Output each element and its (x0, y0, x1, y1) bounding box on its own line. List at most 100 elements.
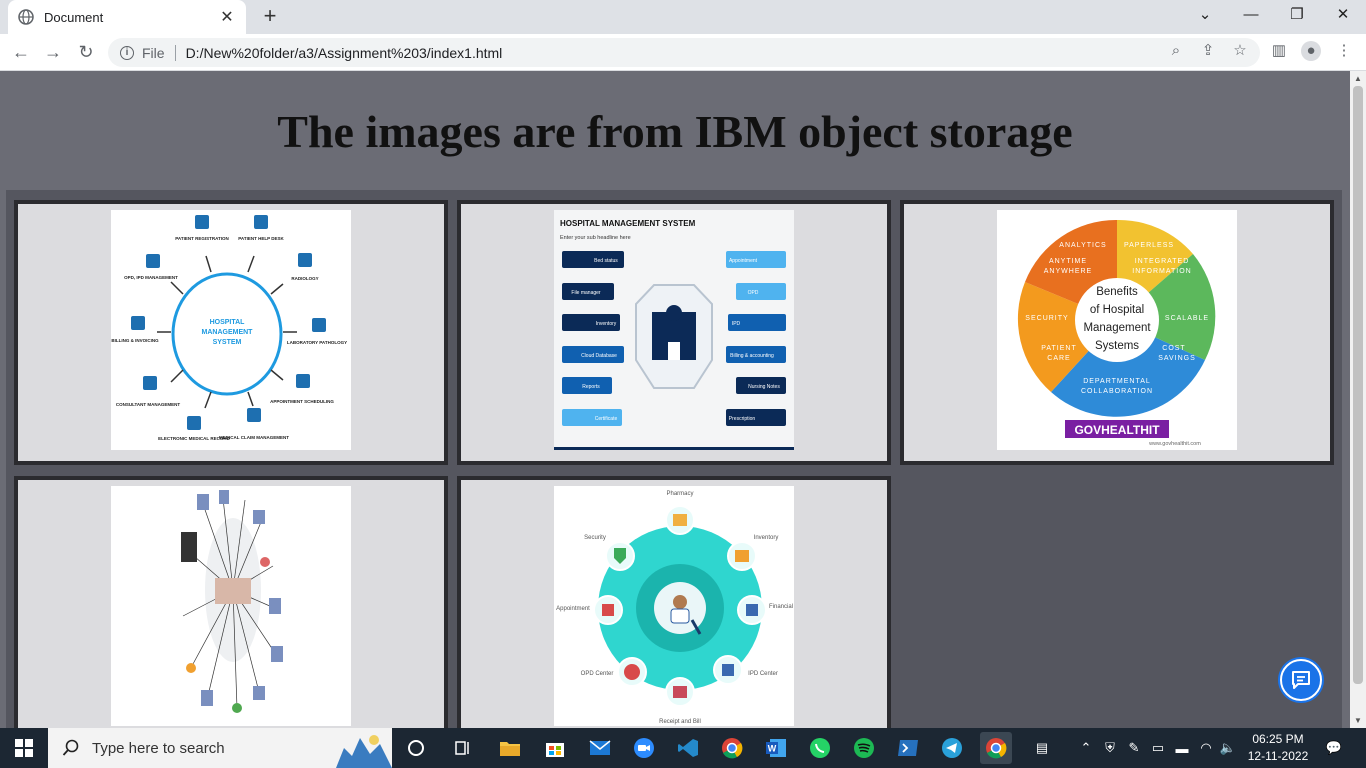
img3-seg-5: INTEGRATED (1135, 258, 1190, 265)
spotify-icon[interactable] (848, 732, 880, 764)
cortana-icon[interactable] (400, 732, 432, 764)
restore-button[interactable]: ❐ (1274, 0, 1320, 30)
battery-icon[interactable]: ▬ (1172, 728, 1192, 768)
img3-center-2: of Hospital (1090, 304, 1144, 316)
start-button[interactable] (0, 728, 48, 768)
img1-label-5: APPOINTMENT SCHEDULING (270, 399, 334, 404)
microsoft-store-icon[interactable] (539, 732, 571, 764)
img1-center-line1: HOSPITAL (210, 319, 246, 326)
clock-date: 12-11-2022 (1247, 749, 1309, 763)
menu-kebab-icon[interactable]: ⋮ (1334, 41, 1354, 61)
img3-center-1: Benefits (1096, 286, 1138, 298)
profile-avatar-icon[interactable]: ● (1301, 41, 1321, 61)
taskbar-search-box[interactable]: Type here to search (48, 728, 392, 768)
task-view-icon[interactable] (447, 732, 479, 764)
img1-label-3: RADIOLOGY (291, 276, 318, 281)
img3-seg-14: COLLABORATION (1081, 388, 1153, 395)
img3-seg-2: PAPERLESS (1124, 242, 1174, 249)
volume-icon[interactable]: 🔈 (1218, 728, 1238, 768)
tab-strip: Document ✕ + ⌄ — ❐ ✕ (0, 0, 1366, 34)
minimize-button[interactable]: — (1228, 0, 1274, 30)
powershell-icon[interactable] (892, 732, 924, 764)
scheme-label: File (142, 44, 165, 61)
mail-icon[interactable] (584, 732, 616, 764)
vertical-scrollbar[interactable]: ▲ ▼ (1350, 71, 1366, 728)
img3-seg-12: SAVINGS (1158, 355, 1196, 362)
img3-center-3: Management (1083, 322, 1151, 334)
security-shield-icon[interactable]: ⛨ (1100, 728, 1120, 768)
address-bar[interactable]: i File D:/New%20folder/a3/Assignment%203… (108, 38, 1260, 67)
img5-label-5: Receipt and Bill (659, 719, 701, 725)
url-text[interactable]: D:/New%20folder/a3/Assignment%203/index1… (186, 45, 503, 61)
img1-label-7: ELECTRONIC MEDICAL RECORD (158, 436, 230, 441)
hospital-management-system-image[interactable]: HOSPITAL MANAGEMENT SYSTEM PATIENT REGIS… (111, 210, 351, 450)
address-divider (174, 44, 176, 61)
display-icon[interactable]: ▭ (1148, 728, 1168, 768)
img3-seg-9: PATIENT (1041, 345, 1077, 352)
show-hidden-icons-chevron-icon[interactable]: ⌃ (1076, 728, 1096, 768)
tab-document[interactable]: Document ✕ (8, 0, 246, 34)
new-tab-button[interactable]: + (258, 5, 282, 29)
zoom-app-icon[interactable] (628, 732, 660, 764)
vscode-icon[interactable] (672, 732, 704, 764)
img2-left-6: Certificate (595, 416, 618, 422)
zoom-search-icon[interactable]: ⌕ (1166, 41, 1186, 61)
img3-center-4: Systems (1095, 340, 1139, 352)
browser-toolbar: ← → ↻ i File D:/New%20folder/a3/Assignme… (0, 34, 1366, 71)
notifications-icon[interactable]: 💬 (1320, 728, 1348, 768)
chat-assistant-button[interactable] (1280, 659, 1322, 701)
img5-label-2: Inventory (754, 535, 779, 541)
pen-tool-icon[interactable]: ✎ (1124, 728, 1144, 768)
img5-label-4: IPD Center (748, 671, 778, 677)
forward-button[interactable]: → (41, 40, 65, 64)
img2-subtitle: Enter your sub headline here (560, 235, 631, 241)
tab-close-icon[interactable]: ✕ (218, 7, 236, 27)
bookmark-star-icon[interactable]: ☆ (1230, 41, 1250, 61)
image-card-5: Pharmacy Inventory Financial IPD Center … (457, 476, 891, 728)
file-explorer-icon[interactable] (494, 732, 526, 764)
hospital-network-collage-image[interactable] (111, 486, 351, 726)
search-highlight-art-icon (336, 735, 392, 768)
img3-seg-13: DEPARTMENTAL (1083, 378, 1151, 385)
system-clock[interactable]: 06:25 PM 12-11-2022 (1236, 731, 1320, 765)
image-card-2: HOSPITAL MANAGEMENT SYSTEM Enter your su… (457, 200, 891, 465)
chrome-active-icon[interactable] (980, 732, 1012, 764)
news-widget-icon[interactable]: ▤ (1028, 728, 1056, 768)
img2-title: HOSPITAL MANAGEMENT SYSTEM (560, 219, 696, 228)
img1-label-9: BILLING & INVOICING (111, 338, 159, 343)
img2-right-1: Appointment (729, 258, 758, 264)
reload-button[interactable]: ↻ (74, 40, 98, 64)
clock-time: 06:25 PM (1252, 732, 1304, 746)
hospital-modules-wheel-image[interactable]: Pharmacy Inventory Financial IPD Center … (554, 486, 794, 726)
scroll-up-arrow-icon[interactable]: ▲ (1350, 71, 1366, 86)
hospital-management-diagram-image[interactable]: HOSPITAL MANAGEMENT SYSTEM Enter your su… (554, 210, 794, 450)
img3-seg-1: ANALYTICS (1059, 242, 1106, 249)
img2-left-3: Inventory (596, 321, 617, 327)
chrome-icon[interactable] (716, 732, 748, 764)
img5-label-8: Security (584, 535, 606, 541)
info-icon[interactable]: i (120, 45, 134, 60)
img2-left-4: Cloud Database (581, 353, 617, 359)
word-icon[interactable]: W (760, 732, 792, 764)
img1-center-line3: SYSTEM (213, 339, 242, 346)
image-card-1: HOSPITAL MANAGEMENT SYSTEM PATIENT REGIS… (14, 200, 448, 465)
img3-brand: GOVHEALTHIT (1074, 423, 1160, 437)
share-icon[interactable]: ⇪ (1198, 41, 1218, 61)
whatsapp-icon[interactable] (804, 732, 836, 764)
globe-icon (18, 9, 34, 25)
wifi-icon[interactable]: ◠ (1196, 728, 1216, 768)
img2-left-2: File manager (571, 290, 601, 296)
close-window-button[interactable]: ✕ (1320, 0, 1366, 30)
scrollbar-thumb[interactable] (1353, 86, 1363, 684)
img3-seg-8: SCALABLE (1165, 315, 1209, 322)
svg-text:W: W (768, 744, 777, 754)
scroll-down-arrow-icon[interactable]: ▼ (1350, 713, 1366, 728)
side-panel-icon[interactable]: ▥ (1269, 41, 1289, 61)
search-icon (62, 739, 79, 756)
img2-right-2: OPD (748, 290, 759, 296)
benefits-hospital-management-image[interactable]: Benefits of Hospital Management Systems … (997, 210, 1237, 450)
back-button[interactable]: ← (9, 40, 33, 64)
telegram-icon[interactable] (936, 732, 968, 764)
img2-right-5: Nursing Notes (748, 384, 780, 390)
tab-search-chevron-icon[interactable]: ⌄ (1182, 0, 1228, 30)
